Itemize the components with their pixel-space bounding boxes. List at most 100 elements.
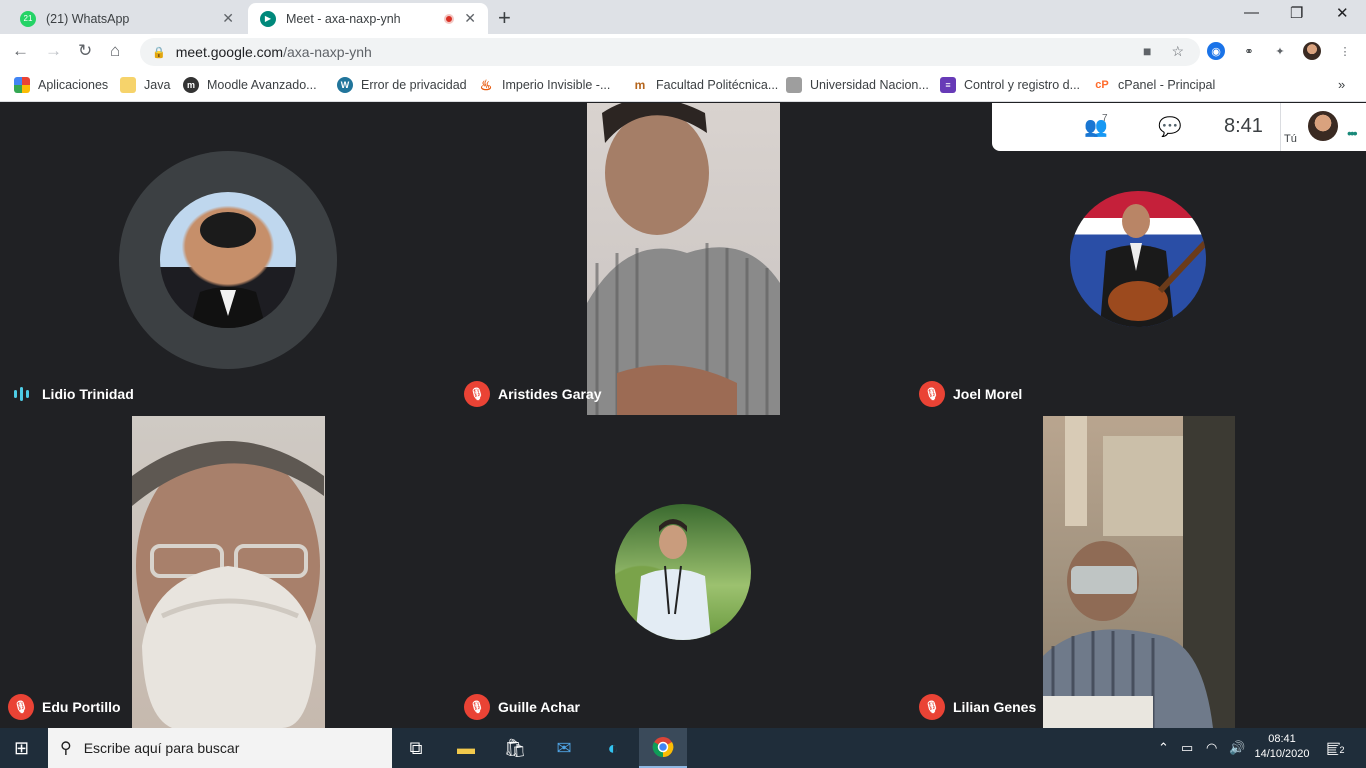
participant-tile[interactable]: 🎙 Guille Achar [456, 416, 911, 728]
bookmark-universidad-nacional[interactable]: Universidad Nacion... [786, 77, 929, 93]
edge-icon[interactable]: ◐ [589, 728, 637, 768]
participant-name: Lilian Genes [953, 699, 1037, 715]
participant-video [132, 416, 325, 728]
participant-avatar [1070, 191, 1206, 327]
taskbar-clock[interactable]: 08:41 14/10/2020 [1250, 732, 1314, 762]
forward-icon[interactable]: → [45, 41, 62, 61]
apps-grid-icon [14, 77, 30, 93]
search-placeholder: Escribe aquí para buscar [83, 740, 240, 756]
fpuna-icon: m [634, 78, 646, 92]
restore-icon[interactable]: ❐ [1290, 4, 1303, 22]
mic-off-icon: 🎙 [919, 381, 945, 407]
close-tab-icon[interactable]: ✕ [464, 10, 476, 27]
microsoft-store-icon[interactable]: 🛍 [491, 728, 539, 768]
participant-avatar [160, 192, 296, 328]
bookmark-label: Moodle Avanzado... [207, 78, 317, 92]
participant-name: Lidio Trinidad [42, 386, 134, 402]
bookmark-star-icon[interactable]: ☆ [1171, 43, 1184, 60]
taskbar-time: 08:41 [1268, 733, 1296, 745]
close-tab-icon[interactable]: ✕ [222, 10, 234, 27]
self-audio-dots-icon: ••• [1347, 125, 1358, 141]
bookmark-error-privacidad[interactable]: W Error de privacidad [337, 77, 467, 93]
meet-info-panel: 👥 7 💬 8:41 Tú ••• [992, 103, 1366, 151]
bookmarks-overflow-icon[interactable]: » [1338, 77, 1345, 92]
cast-extension-icon[interactable]: ⚭ [1240, 42, 1258, 60]
wordpress-icon: W [337, 77, 353, 93]
whatsapp-icon: 21 [20, 10, 36, 27]
bookmark-facultad-politecnica[interactable]: m Facultad Politécnica... [632, 77, 779, 93]
participants-count: 7 [1102, 113, 1108, 124]
taskbar-search-box[interactable]: ⚲ Escribe aquí para buscar [48, 728, 392, 768]
close-window-icon[interactable]: ✕ [1336, 4, 1349, 22]
minimize-icon[interactable]: — [1244, 4, 1259, 21]
tab-strip: 21 (21) WhatsApp ✕ ▶ Meet - axa-naxp-ynh… [0, 0, 1366, 34]
mic-off-icon: 🎙 [8, 694, 34, 720]
participant-video [587, 103, 780, 415]
lock-icon[interactable]: 🔒 [152, 46, 166, 59]
participant-tile[interactable]: Lidio Trinidad [0, 103, 455, 415]
chrome-icon[interactable] [639, 728, 687, 768]
participant-tile[interactable]: 🎙 Lilian Genes [911, 416, 1366, 728]
windows-start-icon[interactable]: ⊞ [14, 738, 29, 759]
tab-whatsapp[interactable]: 21 (21) WhatsApp ✕ [8, 3, 246, 34]
file-explorer-icon[interactable]: ▬ [442, 728, 490, 768]
divider [1280, 103, 1281, 151]
bookmark-cpanel[interactable]: cP cPanel - Principal [1094, 77, 1215, 93]
home-icon[interactable]: ⌂ [110, 41, 120, 61]
taskbar: ⊞ ⚲ Escribe aquí para buscar ⧉ ▬ 🛍 ✉ ◐ ⌃… [0, 728, 1366, 768]
tab-title: Meet - axa-naxp-ynh [286, 11, 401, 26]
bookmark-label: Control y registro d... [964, 78, 1081, 92]
participant-tile[interactable]: 🎙 Aristides Garay [456, 103, 911, 415]
bookmarks-bar: Aplicaciones Java m Moodle Avanzado... W… [0, 70, 1366, 102]
self-view-thumbnail[interactable] [1308, 111, 1338, 141]
mic-off-icon: 🎙 [919, 694, 945, 720]
bookmark-moodle[interactable]: m Moodle Avanzado... [183, 77, 317, 93]
back-icon[interactable]: ← [12, 41, 29, 61]
url-host: meet.google.com [175, 44, 284, 60]
bookmark-label: Imperio Invisible -... [502, 78, 611, 92]
participant-name: Edu Portillo [42, 699, 121, 715]
flame-icon: ♨ [479, 76, 493, 93]
camera-in-use-icon[interactable]: ■ [1143, 43, 1151, 60]
notification-count: 2 [1336, 744, 1348, 756]
chat-icon[interactable]: 💬 [1158, 115, 1182, 139]
taskbar-date: 14/10/2020 [1254, 748, 1310, 760]
participant-name: Aristides Garay [498, 386, 602, 402]
url-path: /axa-naxp-ynh [283, 44, 372, 60]
bookmark-java[interactable]: Java [120, 77, 170, 93]
participant-nameplate: 🎙 Edu Portillo [8, 694, 121, 720]
extension-icon[interactable]: ◉ [1207, 42, 1225, 60]
bookmark-label: Error de privacidad [361, 78, 467, 92]
bookmark-control-registro[interactable]: ≡ Control y registro d... [940, 77, 1080, 93]
show-hidden-icons-icon[interactable]: ⌃ [1158, 740, 1169, 756]
recording-indicator-icon [444, 13, 455, 24]
university-icon [786, 77, 802, 93]
participant-avatar [615, 504, 751, 640]
participant-tile[interactable]: 🎙 Edu Portillo [0, 416, 455, 728]
folder-icon [120, 77, 136, 93]
bookmark-label: Java [144, 78, 171, 92]
new-tab-icon[interactable]: + [498, 5, 511, 31]
mail-icon[interactable]: ✉ [540, 728, 588, 768]
bookmark-label: Aplicaciones [38, 78, 109, 92]
bookmark-aplicaciones[interactable]: Aplicaciones [14, 77, 108, 93]
participant-nameplate: Lidio Trinidad [8, 381, 134, 407]
more-menu-icon[interactable]: ⋮ [1336, 42, 1354, 60]
address-bar[interactable]: 🔒 meet.google.com /axa-naxp-ynh ■ ☆ [140, 38, 1200, 66]
action-center-icon[interactable]: ▤ 2 [1326, 738, 1348, 758]
tab-meet[interactable]: ▶ Meet - axa-naxp-ynh ✕ [248, 3, 488, 34]
cpanel-icon: cP [1095, 79, 1109, 91]
bookmark-imperio-invisible[interactable]: ♨ Imperio Invisible -... [478, 76, 611, 93]
wifi-icon[interactable]: ◠ [1206, 740, 1217, 756]
meet-stage: Lidio Trinidad 🎙 Aristides Garay 🎙 Joel … [0, 103, 1366, 728]
tab-title: (21) WhatsApp [46, 11, 130, 26]
extensions-puzzle-icon[interactable]: ✦ [1271, 42, 1289, 60]
reload-icon[interactable]: ↻ [78, 41, 92, 61]
meet-icon: ▶ [260, 10, 276, 27]
profile-avatar[interactable] [1303, 42, 1321, 60]
volume-icon[interactable]: 🔊 [1229, 740, 1245, 756]
battery-icon[interactable]: ▭ [1181, 740, 1193, 756]
meeting-clock: 8:41 [1224, 115, 1263, 137]
audio-level-icon [8, 381, 34, 407]
task-view-icon[interactable]: ⧉ [392, 728, 440, 768]
